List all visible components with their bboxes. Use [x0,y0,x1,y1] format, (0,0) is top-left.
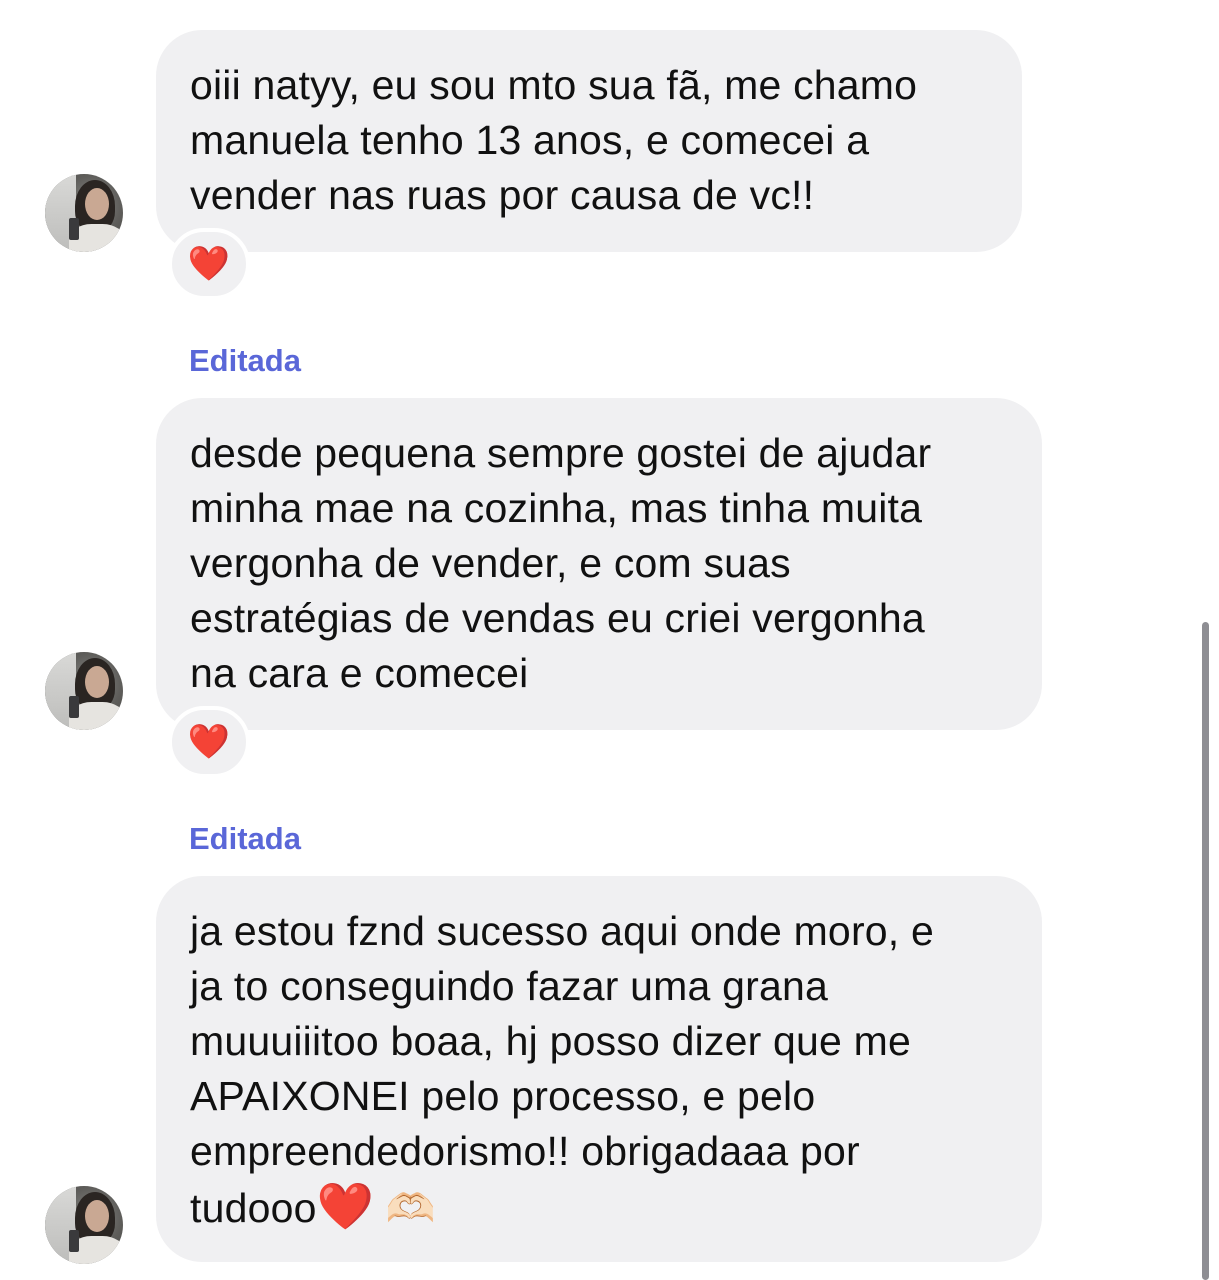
heart-hands-icon: 🫶🏻 [385,1187,436,1231]
message-line: estratégias de vendas eu criei vergonha [190,595,925,641]
message-line: minha mae na cozinha, mas tinha muita [190,485,923,531]
message-line: desde pequena sempre gostei de ajudar [190,430,932,476]
message-text: tudooo [190,1185,317,1231]
message-line: na cara e comecei [190,650,529,696]
message-line: manuela tenho 13 anos, e comecei a [190,117,870,163]
message-line: vergonha de vender, e com suas [190,540,791,586]
message-line: APAIXONEI pelo processo, e pelo [190,1073,816,1119]
heart-reaction-icon[interactable]: ❤️ [168,706,250,778]
message-bubble-1[interactable]: oiii natyy, eu sou mto sua fã, me chamo … [156,30,1022,252]
heart-reaction-icon[interactable]: ❤️ [168,228,250,300]
message-line-last: tudooo❤️ 🫶🏻 [190,1179,1008,1237]
avatar[interactable] [45,174,123,252]
edited-label: Editada [189,821,301,856]
edited-label: Editada [189,343,301,378]
avatar[interactable] [45,1186,123,1264]
message-bubble-2[interactable]: desde pequena sempre gostei de ajudar mi… [156,398,1042,730]
message-line: oiii natyy, eu sou mto sua fã, me chamo [190,62,918,108]
message-line: vender nas ruas por causa de vc!! [190,172,815,218]
message-line: ja to conseguindo fazar uma grana [190,963,828,1009]
scrollbar[interactable] [1202,622,1209,1280]
message-line: muuuiiitoo boaa, hj posso dizer que me [190,1018,911,1064]
avatar[interactable] [45,652,123,730]
message-bubble-3[interactable]: ja estou fznd sucesso aqui onde moro, e … [156,876,1042,1262]
heart-icon: ❤️ [316,1180,375,1232]
message-line: ja estou fznd sucesso aqui onde moro, e [190,908,934,954]
chat-thread: oiii natyy, eu sou mto sua fã, me chamo … [0,0,1219,1280]
message-line: empreendedorismo!! obrigadaaa por [190,1128,860,1174]
